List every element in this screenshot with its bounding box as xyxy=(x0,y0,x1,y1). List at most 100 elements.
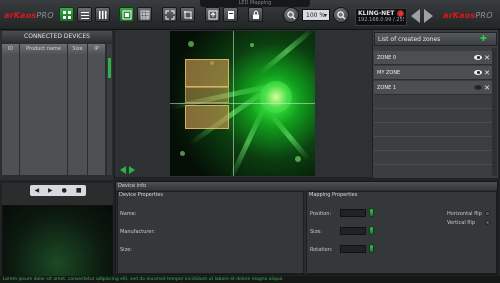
connected-devices-title: CONNECTED DEVICES xyxy=(2,31,112,42)
position-field[interactable] xyxy=(340,209,366,217)
import-button[interactable] xyxy=(223,7,238,22)
column-header-ip[interactable]: IP xyxy=(88,44,106,55)
device-table-col-ip xyxy=(88,44,106,175)
columns-view-button[interactable] xyxy=(95,7,110,22)
fit-icon xyxy=(165,10,174,19)
record-icon[interactable]: ● xyxy=(62,187,67,194)
columns-view-icon xyxy=(98,10,106,19)
mapping-size-label: Size: xyxy=(310,229,322,235)
name-label: Name: xyxy=(120,211,137,217)
led-mapping-window: arKaosPRO arKaosPRO LED Mapping 100 % KL… xyxy=(0,0,500,283)
delete-zone-icon[interactable]: ✕ xyxy=(484,51,490,65)
column-header-id[interactable]: ID xyxy=(2,44,20,55)
size-label: Size: xyxy=(120,247,132,253)
preview-image xyxy=(2,205,113,278)
zoom-select[interactable]: 100 % xyxy=(302,9,330,21)
status-bar: Lorem ipsum dolor sit amet, consectetur … xyxy=(0,276,500,283)
light-particle xyxy=(180,151,185,156)
neuron-fiber xyxy=(258,31,315,76)
list-view-button[interactable] xyxy=(77,7,92,22)
scrollbar-thumb[interactable] xyxy=(108,58,111,78)
playback-controls: ◀ ▶ ● ■ xyxy=(30,185,86,196)
stop-icon[interactable]: ■ xyxy=(76,187,82,194)
horizontal-flip-label: Horizontal flip xyxy=(447,211,482,217)
mapping-view-icon xyxy=(122,10,131,19)
mapping-view-button[interactable] xyxy=(119,7,134,22)
zone-label: ZONE 1 xyxy=(377,85,397,91)
zone-row[interactable]: MY ZONE ✕ xyxy=(374,66,492,80)
mapping-canvas[interactable] xyxy=(170,31,315,176)
visibility-eye-icon[interactable] xyxy=(474,55,482,60)
zone-empty-row xyxy=(374,96,492,109)
zone-0-rect[interactable] xyxy=(185,59,229,87)
zone-empty-row xyxy=(374,138,492,151)
canvas-prev-arrow-icon[interactable] xyxy=(120,166,126,174)
zone-empty-row xyxy=(374,110,492,123)
device-table-col-product xyxy=(20,44,68,175)
vertical-flip-label: Vertical flip xyxy=(447,220,476,226)
crop-icon xyxy=(183,10,192,19)
zoom-out-icon xyxy=(336,10,346,20)
zones-title: List of created zones xyxy=(374,32,497,46)
column-header-product-name[interactable]: Product name xyxy=(20,44,68,55)
rotation-stepper[interactable] xyxy=(369,244,374,253)
device-table: ID Product name Size IP xyxy=(2,44,106,175)
window-title: LED Mapping xyxy=(200,0,310,7)
zoom-in-button[interactable] xyxy=(283,7,299,23)
visibility-eye-icon[interactable] xyxy=(474,85,482,90)
crop-button[interactable] xyxy=(180,7,195,22)
size-stepper[interactable] xyxy=(369,226,374,235)
canvas-guide-horizontal xyxy=(170,103,315,104)
zone-1-rect[interactable] xyxy=(185,105,229,129)
neuron-cell-body xyxy=(260,81,292,113)
import-icon xyxy=(227,10,234,19)
canvas-next-arrow-icon[interactable] xyxy=(129,166,135,174)
grid-view-icon xyxy=(62,10,71,19)
horizontal-flip-checkbox[interactable] xyxy=(485,211,490,216)
rotation-label: Rotation: xyxy=(310,247,333,253)
zoom-out-button[interactable] xyxy=(333,7,349,23)
brand-logo-right: arKaosPRO xyxy=(443,11,493,20)
play-icon[interactable]: ▶ xyxy=(48,187,53,194)
size-field[interactable] xyxy=(340,227,366,235)
zone-row[interactable]: ZONE 0 ✕ xyxy=(374,51,492,65)
column-header-size[interactable]: Size xyxy=(68,44,88,55)
my-zone-rect[interactable] xyxy=(185,87,229,103)
lock-icon xyxy=(252,10,259,19)
device-table-scrollbar[interactable] xyxy=(107,44,112,175)
node-status-dot xyxy=(397,10,404,17)
zones-scrollbar[interactable] xyxy=(492,48,497,176)
pixel-grid-button[interactable] xyxy=(137,7,152,22)
add-zone-icon[interactable]: ✚ xyxy=(480,35,487,43)
zone-label: MY ZONE xyxy=(377,70,401,76)
device-table-col-id xyxy=(2,44,20,175)
rotation-field[interactable] xyxy=(340,245,366,253)
zone-row[interactable]: ZONE 1 ✕ xyxy=(374,81,492,95)
device-properties-title: Device Properties xyxy=(119,192,163,198)
rewind-icon[interactable]: ◀ xyxy=(34,187,39,194)
zone-empty-row xyxy=(374,152,492,165)
device-info-title: Device info xyxy=(116,182,497,190)
light-particle xyxy=(188,41,194,47)
brand-logo-left: arKaosPRO xyxy=(4,11,54,20)
lock-button[interactable] xyxy=(248,7,263,22)
node-ip: 192.168.0.99 / 255.000.000.255 xyxy=(358,17,404,23)
position-label: Position: xyxy=(310,211,332,217)
next-arrow-icon[interactable] xyxy=(424,9,433,23)
list-view-icon xyxy=(80,11,89,19)
export-button[interactable] xyxy=(205,7,220,22)
fit-button[interactable] xyxy=(162,7,177,22)
light-particle xyxy=(250,43,254,47)
vertical-flip-checkbox[interactable] xyxy=(485,220,490,225)
visibility-eye-icon[interactable] xyxy=(474,70,482,75)
export-icon xyxy=(208,10,217,19)
previous-arrow-icon[interactable] xyxy=(411,9,420,23)
zone-label: ZONE 0 xyxy=(377,55,397,61)
delete-zone-icon[interactable]: ✕ xyxy=(484,66,490,80)
mapping-properties-panel xyxy=(306,191,497,274)
grid-view-button[interactable] xyxy=(59,7,74,22)
pixel-grid-icon xyxy=(140,10,149,19)
position-stepper[interactable] xyxy=(369,208,374,217)
delete-zone-icon[interactable]: ✕ xyxy=(484,81,490,95)
neuron-fiber xyxy=(268,111,311,162)
